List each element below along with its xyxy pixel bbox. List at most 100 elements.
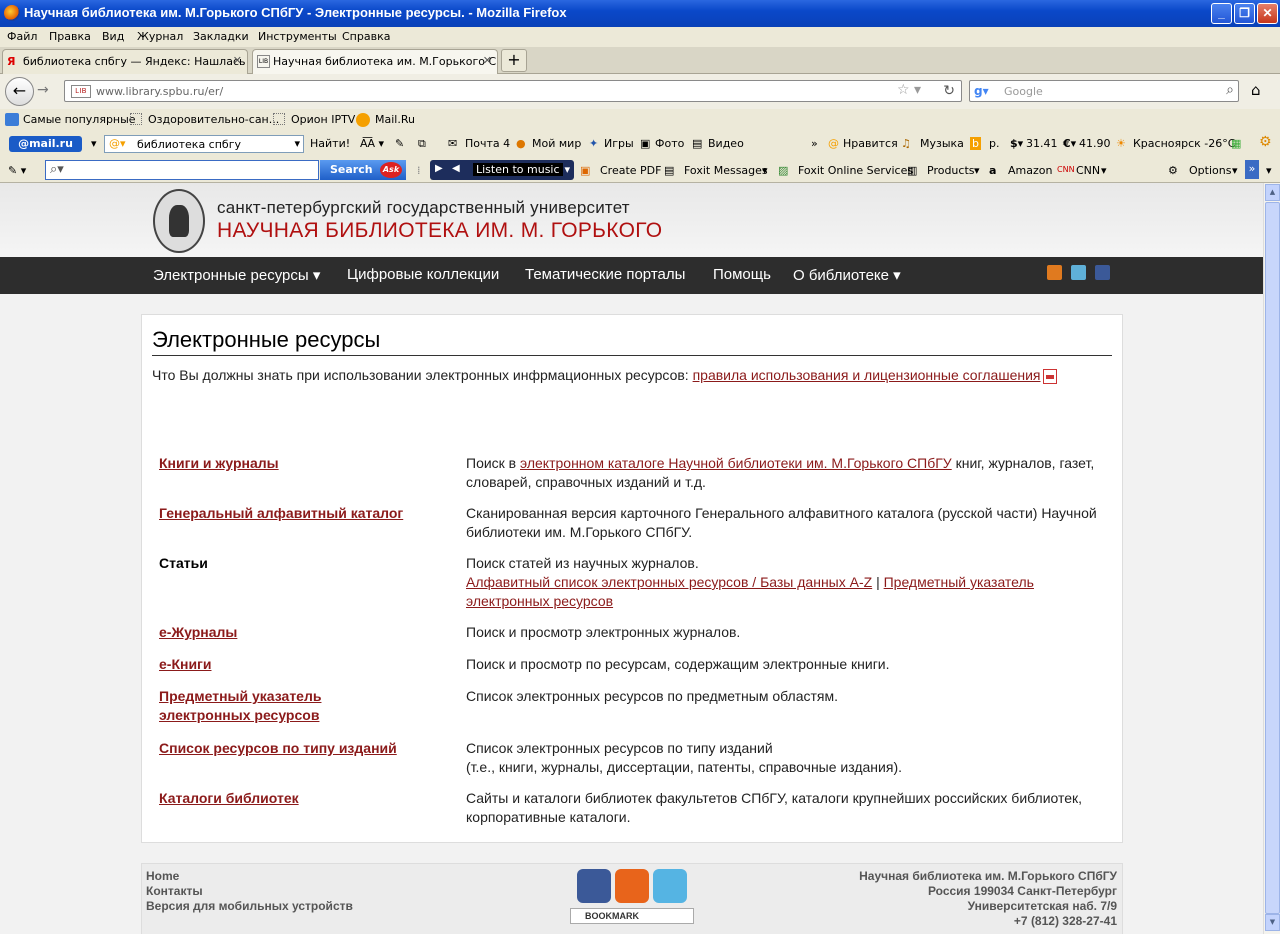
facebook-icon[interactable]: [577, 869, 611, 903]
bookmark-button[interactable]: BOOKMARK: [570, 908, 694, 924]
twitter-icon[interactable]: [653, 869, 687, 903]
search-icon[interactable]: ⌕: [1226, 82, 1234, 98]
create-pdf-button[interactable]: Create PDF: [600, 164, 661, 177]
music-link[interactable]: Музыка: [920, 137, 964, 150]
university-name[interactable]: санкт-петербургский государственный унив…: [217, 198, 630, 218]
ask-search-button[interactable]: Search Ask: [320, 160, 406, 180]
library-name[interactable]: НАУЧНАЯ БИБЛИОТЕКА ИМ. М. ГОРЬКОГО: [217, 219, 662, 243]
mail-link[interactable]: Почта 4: [465, 137, 510, 150]
dropdown-arrow-icon[interactable]: ▾: [762, 164, 768, 177]
tab-close-icon[interactable]: ✕: [483, 54, 492, 67]
twitter-icon[interactable]: [1071, 265, 1086, 280]
dropdown-arrow-icon[interactable]: ▾: [294, 137, 300, 150]
nav-help[interactable]: Помощь: [713, 266, 771, 283]
library-catalog-link[interactable]: электронном каталоге Научной библиотеки …: [520, 455, 952, 471]
e-journals-link[interactable]: е-Журналы: [159, 623, 459, 642]
dropdown-arrow-icon[interactable]: ▾: [974, 164, 980, 177]
rss-icon[interactable]: [1047, 265, 1062, 280]
options-button[interactable]: Options: [1189, 164, 1231, 177]
university-seal-logo[interactable]: [153, 189, 205, 253]
settings-gear-icon[interactable]: ⚙: [1259, 134, 1272, 150]
bookmark-health[interactable]: Оздоровительно-сан...: [148, 113, 279, 126]
highlight-icon[interactable]: ✎: [395, 137, 404, 150]
address-bar[interactable]: LIB www.library.spbu.ru/er/ ☆ ▾ ↻: [64, 80, 962, 102]
ruble-label[interactable]: р.: [989, 137, 999, 150]
license-rules-link[interactable]: правила использования и лицензионные сог…: [693, 367, 1041, 383]
photo-link[interactable]: Фото: [655, 137, 684, 150]
overflow-chevron-icon[interactable]: »: [1245, 160, 1259, 179]
url-text[interactable]: www.library.spbu.ru/er/: [96, 85, 223, 98]
menu-edit[interactable]: Правка: [49, 30, 91, 43]
back-button[interactable]: ←: [5, 77, 34, 106]
menu-view[interactable]: Вид: [102, 30, 124, 43]
mailru-search-input[interactable]: @▾ библиотека спбгу ▾: [104, 135, 304, 153]
amazon-button[interactable]: Amazon: [1008, 164, 1052, 177]
tab-close-icon[interactable]: ✕: [233, 54, 242, 67]
scroll-up-arrow-icon[interactable]: ▲: [1265, 184, 1280, 201]
volume-icon[interactable]: ◀: [452, 163, 460, 174]
my-world-link[interactable]: Мой мир: [532, 137, 581, 150]
menu-history[interactable]: Журнал: [137, 30, 183, 43]
library-catalogs-link[interactable]: Каталоги библиотек: [159, 789, 459, 808]
map-icon[interactable]: ▦: [1231, 137, 1241, 150]
bookmark-orion[interactable]: Орион IPTV: [291, 113, 355, 126]
listen-to-music-widget[interactable]: ▶ ◀ Listen to music ▾: [430, 160, 574, 180]
scrollbar-thumb[interactable]: [1265, 202, 1280, 914]
new-tab-button[interactable]: +: [501, 49, 527, 72]
footer-mobile-link[interactable]: Версия для мобильных устройств: [146, 899, 353, 914]
menu-tools[interactable]: Инструменты: [258, 30, 337, 43]
tab-yandex[interactable]: Я библиотека спбгу — Яндекс: Нашлась ...…: [2, 49, 248, 74]
footer-home-link[interactable]: Home: [146, 869, 179, 884]
weather-link[interactable]: Красноярск -26°C: [1133, 137, 1235, 150]
foxit-messages-button[interactable]: Foxit Messages: [684, 164, 768, 177]
minimize-button[interactable]: _: [1211, 3, 1232, 24]
page-scrollbar[interactable]: ▲ ▼: [1263, 183, 1280, 934]
resources-by-type-link[interactable]: Список ресурсов по типу изданий: [159, 739, 459, 758]
facebook-icon[interactable]: [1095, 265, 1110, 280]
font-size-icon[interactable]: A͞A ▾: [360, 137, 384, 150]
menu-help[interactable]: Справка: [342, 30, 390, 43]
dropdown-arrow-icon[interactable]: ▾: [1232, 164, 1238, 177]
nav-about[interactable]: О библиотеке ▾: [793, 266, 901, 284]
footer-contacts-link[interactable]: Контакты: [146, 884, 203, 899]
foxit-online-services-button[interactable]: Foxit Online Services: [798, 164, 913, 177]
dropdown-arrow-icon[interactable]: ▾: [564, 163, 570, 176]
usd-rate[interactable]: 31.41: [1026, 137, 1058, 150]
like-link[interactable]: Нравится: [843, 137, 898, 150]
cnn-button[interactable]: CNN: [1076, 164, 1100, 177]
nav-thematic-portals[interactable]: Тематические порталы: [525, 266, 685, 283]
books-journals-link[interactable]: Книги и журналы: [159, 454, 459, 473]
search-placeholder[interactable]: Google: [1004, 85, 1043, 98]
mailru-search-value[interactable]: библиотека спбгу: [137, 138, 241, 151]
games-link[interactable]: Игры: [604, 137, 634, 150]
search-bar[interactable]: g▾ Google ⌕: [969, 80, 1239, 102]
ask-menu-icon[interactable]: ✎ ▾: [8, 164, 26, 177]
subject-index-resources-link[interactable]: Предметный указатель электронных ресурсо…: [159, 687, 359, 725]
google-icon[interactable]: g▾: [974, 84, 990, 99]
mailru-logo[interactable]: @mail.ru: [9, 136, 82, 152]
scroll-down-arrow-icon[interactable]: ▼: [1265, 914, 1280, 931]
dropdown-arrow-icon[interactable]: ▾: [1101, 164, 1107, 177]
mailru-find-button[interactable]: Найти!: [310, 137, 350, 150]
screenshot-icon[interactable]: ⧉: [418, 137, 426, 151]
rss-icon[interactable]: [615, 869, 649, 903]
video-link[interactable]: Видео: [708, 137, 744, 150]
bookmark-star-icon[interactable]: ☆ ▾: [897, 82, 921, 98]
nav-electronic-resources[interactable]: Электронные ресурсы ▾: [153, 266, 320, 284]
play-icon[interactable]: ▶: [435, 163, 443, 174]
bookmark-mailru[interactable]: Mail.Ru: [375, 113, 415, 126]
alphabetical-list-link[interactable]: Алфавитный список электронных ресурсов /…: [466, 574, 872, 590]
bookmark-most-visited[interactable]: Самые популярные: [23, 113, 136, 126]
close-button[interactable]: ✕: [1257, 3, 1278, 24]
home-button[interactable]: ⌂: [1251, 81, 1261, 99]
maximize-button[interactable]: ❐: [1234, 3, 1255, 24]
nav-digital-collections[interactable]: Цифровые коллекции: [347, 266, 499, 283]
menu-bookmarks[interactable]: Закладки: [193, 30, 249, 43]
eur-rate[interactable]: 41.90: [1079, 137, 1111, 150]
tab-library[interactable]: LIB Научная библиотека им. М.Горького С.…: [252, 49, 498, 74]
forward-button[interactable]: →: [37, 82, 49, 98]
menu-file[interactable]: Файл: [7, 30, 37, 43]
pdf-icon[interactable]: [1043, 368, 1058, 384]
ask-search-input[interactable]: ⌕▾: [45, 160, 319, 180]
products-button[interactable]: Products: [927, 164, 975, 177]
